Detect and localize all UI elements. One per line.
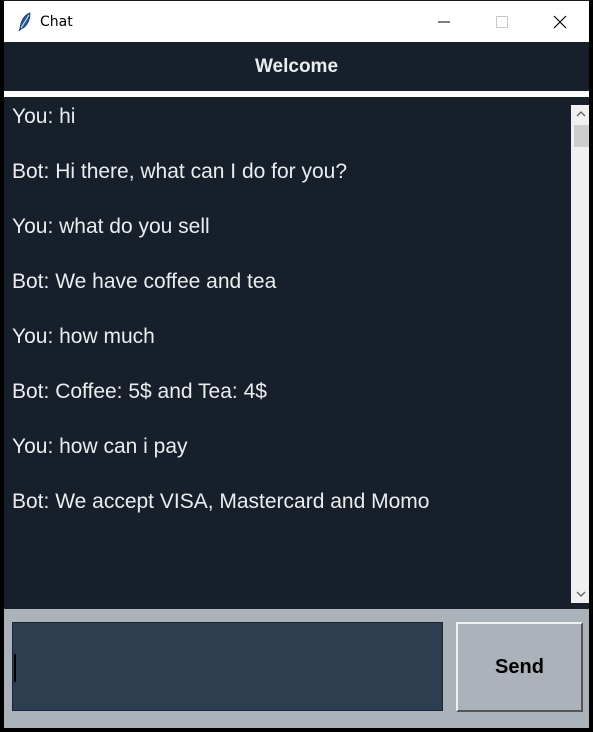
message-input[interactable] [12, 622, 443, 711]
window-controls [415, 1, 589, 42]
chat-message: Bot: We have coffee and tea [12, 270, 277, 293]
chat-message: Bot: We accept VISA, Mastercard and Momo [12, 490, 430, 513]
scroll-track[interactable] [571, 105, 589, 603]
scroll-down-arrow-icon[interactable] [571, 585, 589, 603]
text-caret [14, 654, 16, 682]
minimize-icon[interactable] [415, 1, 473, 42]
send-button[interactable]: Send [456, 622, 583, 712]
chat-scrollbar[interactable] [569, 97, 589, 609]
chat-log[interactable]: You: hi Bot: Hi there, what can I do for… [4, 97, 569, 609]
chat-message: You: how can i pay [12, 435, 188, 458]
chat-window: Chat Welcome You: hi Bot: Hi there, what… [0, 0, 593, 732]
page-title: Welcome [254, 55, 339, 77]
maximize-icon[interactable] [473, 1, 531, 42]
title-bar[interactable]: Chat [4, 1, 589, 42]
chat-message: Bot: Coffee: 5$ and Tea: 4$ [12, 380, 267, 403]
chat-message: You: what do you sell [12, 215, 210, 238]
chat-message: You: hi [12, 105, 76, 128]
feather-icon [12, 9, 38, 35]
chat-message: You: how much [12, 325, 155, 348]
header-bar: Welcome [4, 42, 589, 91]
scroll-thumb[interactable] [574, 125, 589, 147]
scroll-up-arrow-icon[interactable] [571, 105, 589, 123]
close-icon[interactable] [531, 1, 589, 42]
window-title: Chat [40, 13, 73, 30]
chat-message: Bot: Hi there, what can I do for you? [12, 160, 348, 183]
